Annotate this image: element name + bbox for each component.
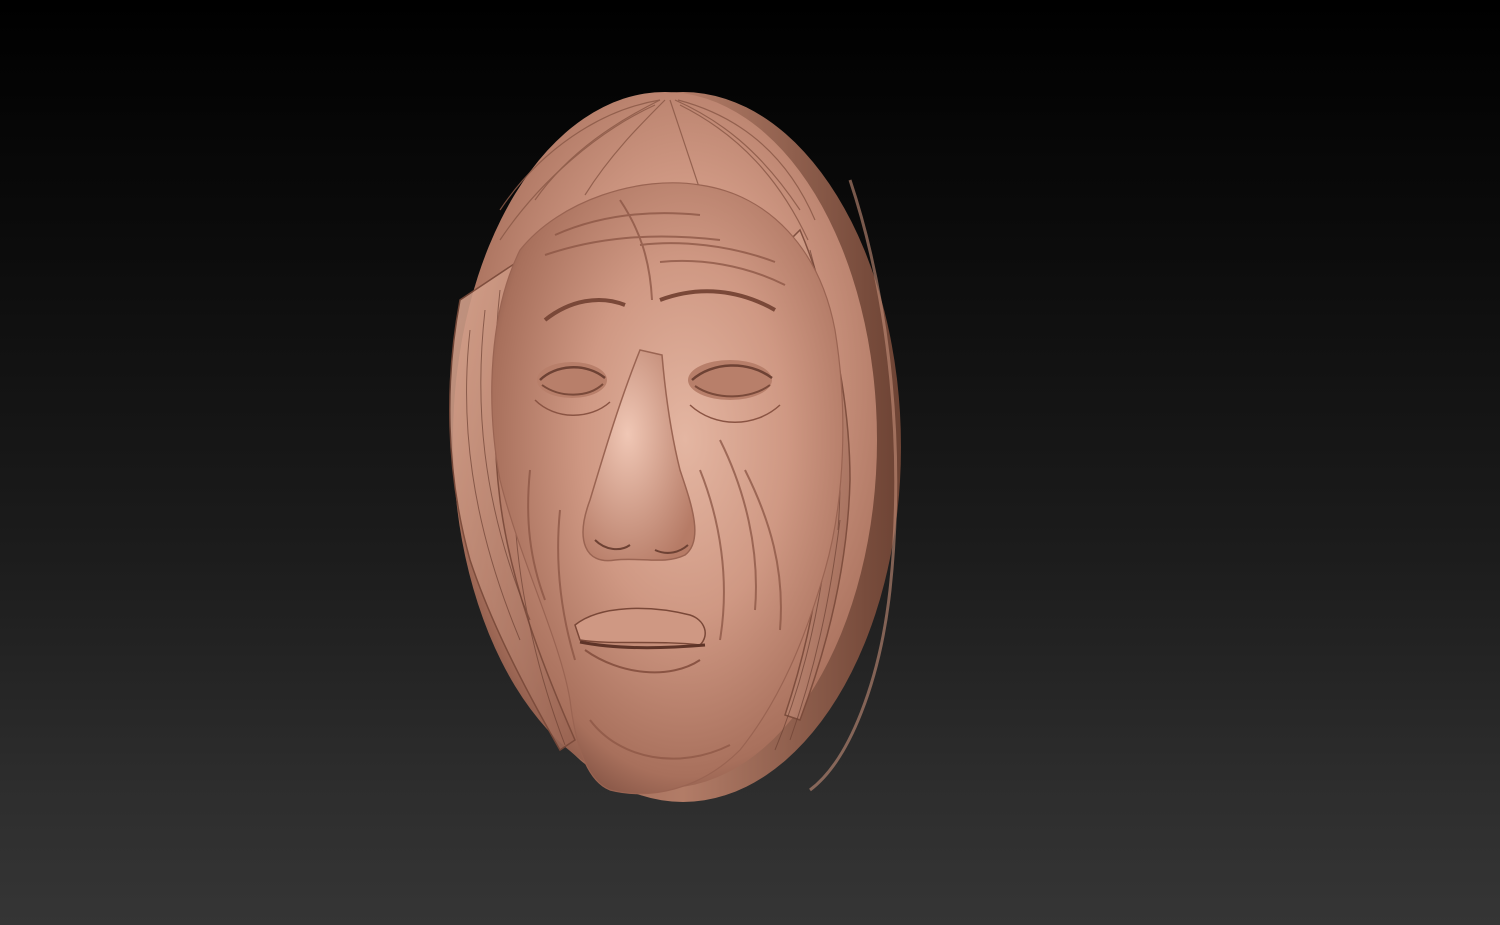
upper-lip — [574, 607, 706, 646]
3d-viewport-canvas[interactable] — [0, 0, 1500, 925]
sculpted-medallion-render[interactable] — [0, 0, 1500, 925]
